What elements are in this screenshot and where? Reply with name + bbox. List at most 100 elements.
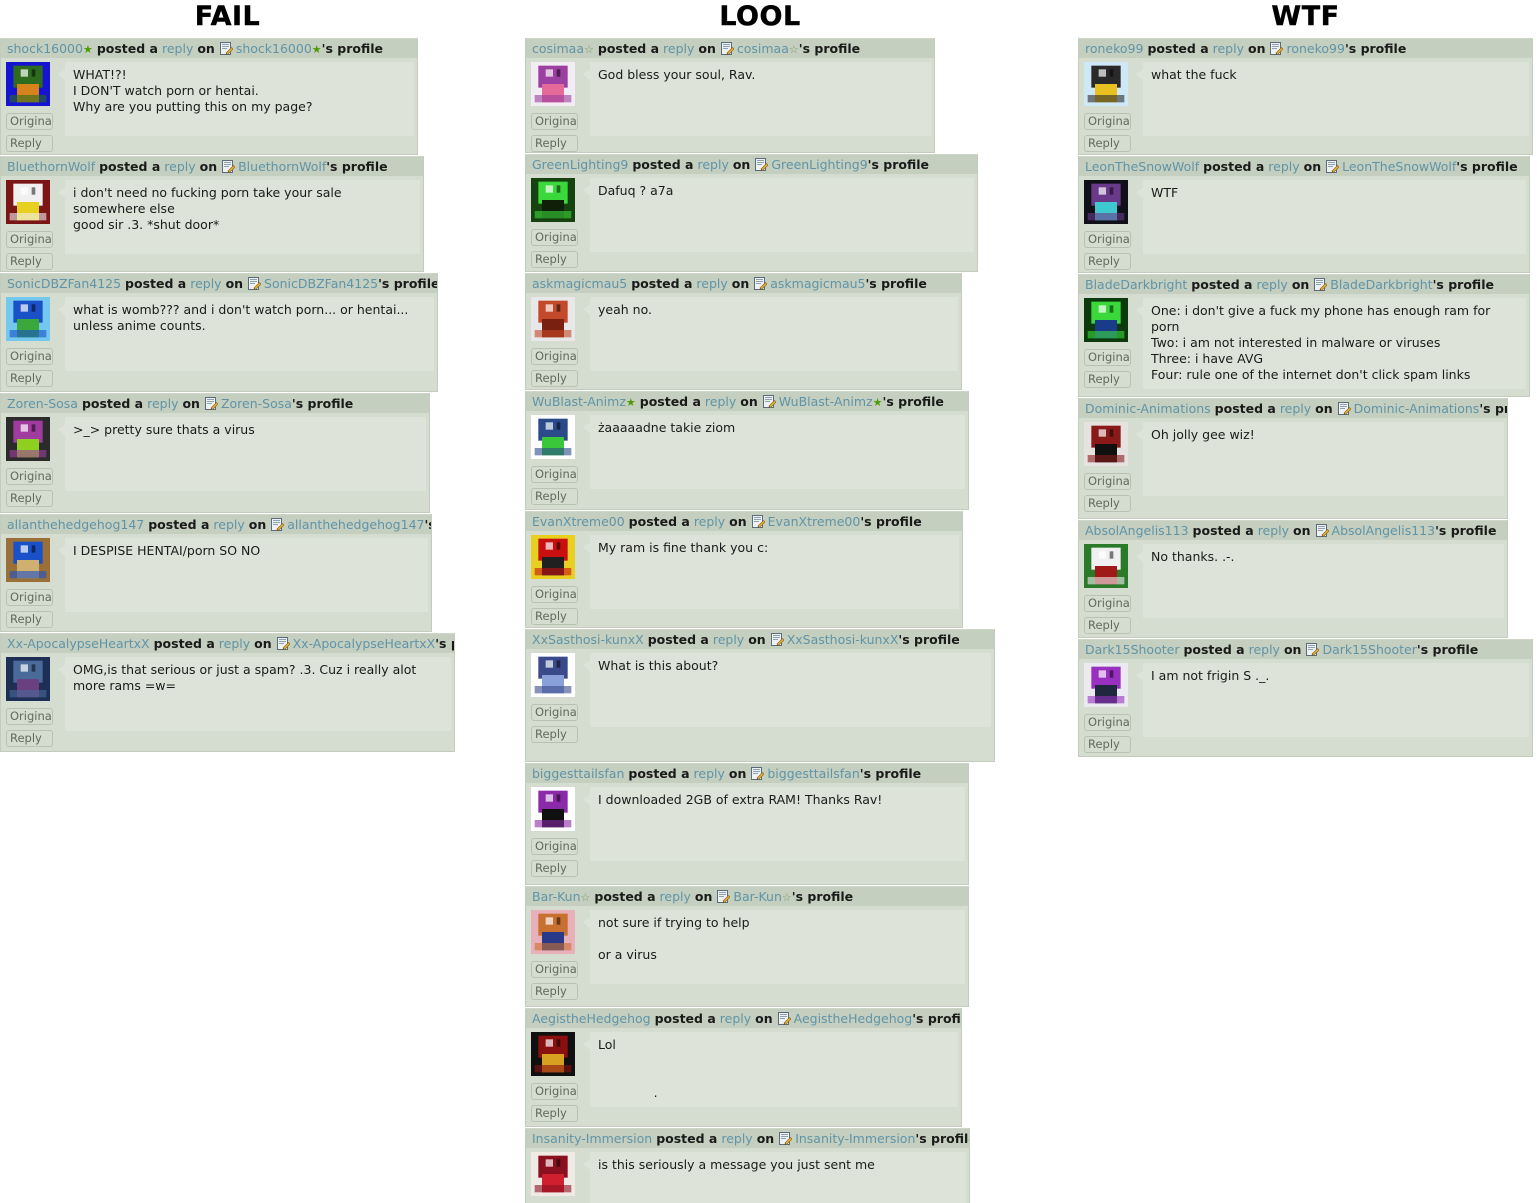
author-username-link[interactable]: roneko99	[1085, 41, 1143, 56]
author-username-link[interactable]: Dark15Shooter	[1085, 642, 1179, 657]
author-username-link[interactable]: AbsolAngelis113	[1085, 523, 1189, 538]
original-button[interactable]: Origina	[6, 589, 53, 606]
original-button[interactable]: Origina	[531, 466, 578, 483]
reply-type-link[interactable]: reply	[213, 517, 244, 532]
profile-owner-link[interactable]: XxSasthosi-kunxX	[787, 632, 899, 647]
profile-owner-link[interactable]: Bar-Kun	[733, 889, 782, 904]
author-username-link[interactable]: Zoren-Sosa	[7, 396, 78, 411]
profile-owner-link[interactable]: askmagicmau5	[770, 276, 865, 291]
reply-button[interactable]: Reply	[6, 370, 53, 387]
original-button[interactable]: Origina	[6, 113, 53, 130]
reply-type-link[interactable]: reply	[190, 276, 221, 291]
original-button[interactable]: Origina	[6, 231, 53, 248]
reply-type-link[interactable]: reply	[162, 41, 193, 56]
wublast-animz-avatar[interactable]	[531, 415, 575, 459]
reply-button[interactable]: Reply	[531, 726, 578, 743]
reply-button[interactable]: Reply	[531, 983, 578, 1000]
profile-owner-link[interactable]: LeonTheSnowWolf	[1342, 159, 1456, 174]
profile-owner-link[interactable]: Zoren-Sosa	[221, 396, 292, 411]
original-button[interactable]: Origina	[1084, 349, 1131, 366]
reply-button[interactable]: Reply	[6, 253, 53, 270]
original-button[interactable]: Origina	[531, 348, 578, 365]
profile-owner-link[interactable]: WuBlast-Animz	[779, 394, 873, 409]
author-username-link[interactable]: WuBlast-Animz	[532, 394, 626, 409]
reply-button[interactable]: Reply	[531, 370, 578, 387]
profile-owner-link[interactable]: Xx-ApocalypseHeartxX	[293, 636, 436, 651]
author-username-link[interactable]: EvanXtreme00	[532, 514, 625, 529]
original-button[interactable]: Origina	[1084, 473, 1131, 490]
bluethornwolf-avatar[interactable]	[6, 180, 50, 224]
author-username-link[interactable]: Bar-Kun	[532, 889, 581, 904]
author-username-link[interactable]: Insanity-Immersion	[532, 1131, 652, 1146]
reply-type-link[interactable]: reply	[720, 1011, 751, 1026]
reply-type-link[interactable]: reply	[721, 1131, 752, 1146]
profile-owner-link[interactable]: roneko99	[1286, 41, 1344, 56]
roneko99-avatar[interactable]	[1084, 62, 1128, 106]
reply-type-link[interactable]: reply	[697, 157, 728, 172]
reply-type-link[interactable]: reply	[694, 514, 725, 529]
author-username-link[interactable]: allanthehedgehog147	[7, 517, 144, 532]
reply-type-link[interactable]: reply	[1258, 523, 1289, 538]
sonicdbzfan4125-avatar[interactable]	[6, 297, 50, 341]
reply-type-link[interactable]: reply	[705, 394, 736, 409]
reply-button[interactable]: Reply	[1084, 253, 1131, 270]
author-username-link[interactable]: askmagicmau5	[532, 276, 627, 291]
author-username-link[interactable]: AegistheHedgehog	[532, 1011, 651, 1026]
original-button[interactable]: Origina	[6, 708, 53, 725]
leonthesnowwolf-avatar[interactable]	[1084, 180, 1128, 224]
reply-button[interactable]: Reply	[531, 488, 578, 505]
reply-type-link[interactable]: reply	[713, 632, 744, 647]
original-button[interactable]: Origina	[531, 838, 578, 855]
profile-owner-link[interactable]: Dominic-Animations	[1354, 401, 1480, 416]
reply-type-link[interactable]: reply	[1213, 41, 1244, 56]
original-button[interactable]: Origina	[531, 229, 578, 246]
askmagicmau5-avatar[interactable]	[531, 297, 575, 341]
profile-owner-link[interactable]: BluethornWolf	[238, 159, 326, 174]
dominic-animations-avatar[interactable]	[1084, 422, 1128, 466]
dark15shooter-avatar[interactable]	[1084, 663, 1128, 707]
reply-type-link[interactable]: reply	[696, 276, 727, 291]
reply-button[interactable]: Reply	[531, 251, 578, 268]
reply-button[interactable]: Reply	[6, 611, 53, 628]
original-button[interactable]: Origina	[531, 586, 578, 603]
original-button[interactable]: Origina	[6, 468, 53, 485]
reply-button[interactable]: Reply	[531, 1105, 578, 1122]
reply-type-link[interactable]: reply	[164, 159, 195, 174]
author-username-link[interactable]: biggesttailsfan	[532, 766, 624, 781]
author-username-link[interactable]: Dominic-Animations	[1085, 401, 1211, 416]
profile-owner-link[interactable]: Insanity-Immersion	[795, 1131, 915, 1146]
author-username-link[interactable]: SonicDBZFan4125	[7, 276, 121, 291]
reply-button[interactable]: Reply	[1084, 617, 1131, 634]
cosimaa-avatar[interactable]	[531, 62, 575, 106]
profile-owner-link[interactable]: biggesttailsfan	[767, 766, 859, 781]
biggesttailsfan-avatar[interactable]	[531, 787, 575, 831]
original-button[interactable]: Origina	[531, 704, 578, 721]
reply-type-link[interactable]: reply	[147, 396, 178, 411]
profile-owner-link[interactable]: cosimaa	[737, 41, 789, 56]
reply-type-link[interactable]: reply	[1268, 159, 1299, 174]
original-button[interactable]: Origina	[1084, 714, 1131, 731]
original-button[interactable]: Origina	[1084, 113, 1131, 130]
reply-type-link[interactable]: reply	[660, 889, 691, 904]
reply-button[interactable]: Reply	[1084, 371, 1131, 388]
profile-owner-link[interactable]: EvanXtreme00	[768, 514, 861, 529]
profile-owner-link[interactable]: AbsolAngelis113	[1332, 523, 1436, 538]
insanity-immersion-avatar[interactable]	[531, 1152, 575, 1196]
reply-button[interactable]: Reply	[1084, 495, 1131, 512]
reply-type-link[interactable]: reply	[1256, 277, 1287, 292]
original-button[interactable]: Origina	[1084, 595, 1131, 612]
reply-type-link[interactable]: reply	[663, 41, 694, 56]
reply-type-link[interactable]: reply	[694, 766, 725, 781]
profile-owner-link[interactable]: AegistheHedgehog	[794, 1011, 913, 1026]
aegisthehedgehog-avatar[interactable]	[531, 1032, 575, 1076]
reply-button[interactable]: Reply	[6, 490, 53, 507]
bar-kun-avatar[interactable]	[531, 910, 575, 954]
profile-owner-link[interactable]: shock16000	[236, 41, 312, 56]
reply-type-link[interactable]: reply	[1280, 401, 1311, 416]
profile-owner-link[interactable]: GreenLighting9	[771, 157, 867, 172]
absolangelis113-avatar[interactable]	[1084, 544, 1128, 588]
reply-button[interactable]: Reply	[531, 135, 578, 152]
original-button[interactable]: Origina	[531, 113, 578, 130]
greenlighting9-avatar[interactable]	[531, 178, 575, 222]
reply-button[interactable]: Reply	[531, 608, 578, 625]
